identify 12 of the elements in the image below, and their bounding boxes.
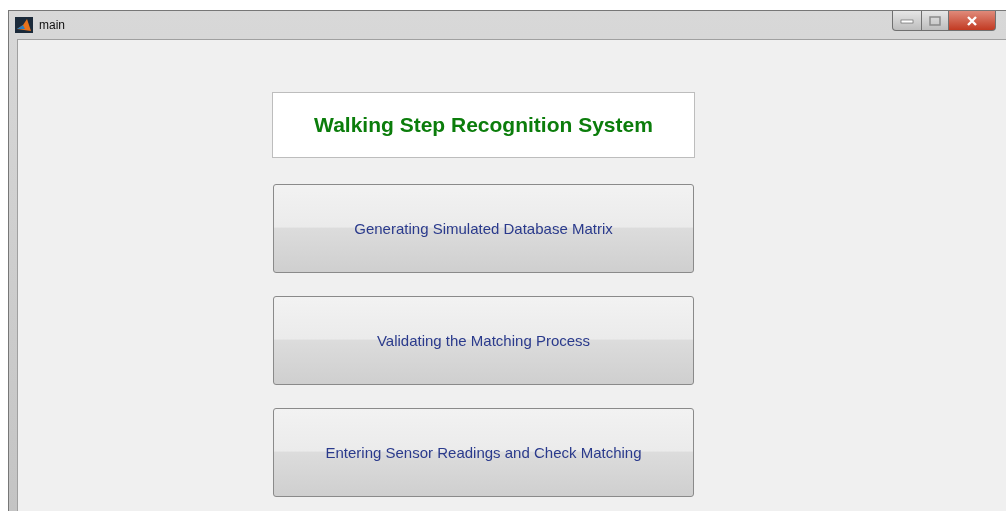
minimize-button[interactable] (892, 11, 922, 31)
maximize-icon (929, 15, 941, 26)
action-button[interactable]: Entering Sensor Readings and Check Matching (273, 408, 694, 497)
action-button[interactable]: Generating Simulated Database Matrix (273, 184, 694, 273)
heading: Walking Step Recognition System (272, 92, 695, 158)
window-title: main (39, 18, 65, 32)
app-icon (15, 17, 33, 33)
minimize-icon (900, 17, 914, 24)
maximize-button[interactable] (922, 11, 949, 31)
close-button[interactable] (949, 11, 996, 31)
action-button[interactable]: Validating the Matching Process (273, 296, 694, 385)
close-icon (966, 15, 978, 26)
